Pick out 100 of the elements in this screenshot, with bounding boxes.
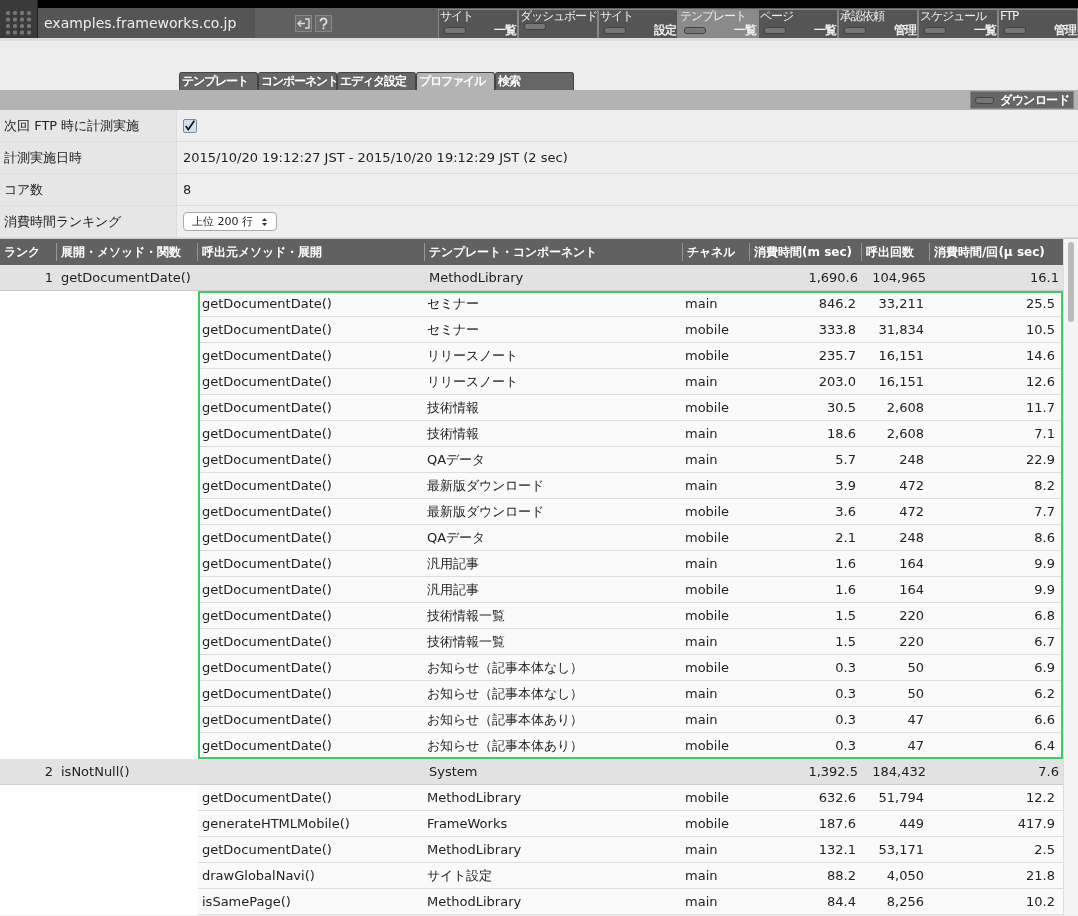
time-cell-text: 1,690.6 (807, 268, 859, 287)
setting-label: 次回 FTP 時に計測実施 (0, 110, 177, 141)
per-call-cell-text: 8.6 (1033, 529, 1056, 547)
template-cell-text: 技術情報 (426, 399, 480, 417)
setting-label: 計測実施日時 (0, 142, 177, 173)
channel-cell-text: mobile (684, 529, 731, 547)
caller-cell-text: getDocumentDate() (201, 399, 333, 417)
channel-cell-text: mobile (684, 347, 731, 365)
per-call-cell-text: 10.5 (1025, 321, 1056, 339)
per-call-cell-text: 417.9 (1016, 815, 1056, 833)
template-cell-text: System (428, 762, 479, 781)
per-call-cell-text: 7.7 (1033, 503, 1056, 521)
column-header[interactable]: ランク (0, 243, 57, 261)
caller-cell-text: getDocumentDate() (201, 633, 333, 651)
nav-button[interactable]: ページ 一覧 (758, 9, 838, 38)
nav-button[interactable]: 承認依頼 管理 (838, 9, 918, 38)
time-cell-text: 1.5 (834, 633, 857, 651)
time-cell-text: 1.5 (834, 607, 857, 625)
template-cell-text: QAデータ (426, 529, 487, 547)
column-header[interactable]: 呼出元メソッド・展開 (198, 243, 425, 261)
help-icon[interactable] (314, 14, 332, 32)
caller-cell-text: getDocumentDate() (201, 529, 333, 547)
caller-cell-text: getDocumentDate() (201, 347, 333, 365)
setting-label: コア数 (0, 174, 177, 205)
caller-cell-text: isSamePage() (201, 893, 292, 911)
caller-cell-text: getDocumentDate() (201, 841, 333, 859)
calls-cell-text: 50 (906, 659, 925, 677)
time-cell-text: 1.6 (834, 555, 857, 573)
tab[interactable]: コンポーネント (258, 72, 337, 90)
per-call-cell-text: 7.1 (1033, 425, 1056, 443)
channel-cell-text: main (684, 425, 719, 443)
per-call-cell-text: 22.9 (1025, 451, 1056, 469)
caller-cell-text: getDocumentDate() (201, 737, 333, 755)
column-header[interactable]: チャネル (683, 243, 750, 261)
ranking-select[interactable]: 上位 200 行 (183, 212, 277, 231)
channel-cell-text: mobile (684, 399, 731, 417)
setting-label: 消費時間ランキング (0, 206, 177, 237)
template-cell-text: MethodLibrary (426, 893, 523, 911)
column-header[interactable]: 消費時間/回(μ sec) (930, 243, 1063, 261)
tab[interactable]: テンプレート (179, 72, 258, 90)
calls-cell-text: 53,171 (877, 841, 925, 859)
nav-button[interactable]: テンプレート 一覧 (678, 9, 758, 38)
per-call-cell-text: 6.6 (1033, 711, 1056, 729)
column-header[interactable]: 消費時間(m sec) (750, 243, 862, 261)
time-cell-text: 1,392.5 (807, 762, 859, 781)
logout-icon[interactable] (294, 14, 312, 32)
nav-button[interactable]: FTP 管理 (998, 9, 1078, 38)
calls-cell-text: 50 (906, 685, 925, 703)
template-cell-text: お知らせ（記事本体なし） (426, 659, 584, 677)
nav-button[interactable]: スケジュール 一覧 (918, 9, 998, 38)
caller-cell-text: getDocumentDate() (201, 789, 333, 807)
calls-cell-text: 472 (898, 477, 925, 495)
template-cell-text: 技術情報一覧 (426, 607, 506, 625)
channel-cell-text: mobile (684, 815, 731, 833)
calls-cell-text: 449 (898, 815, 925, 833)
time-cell-text: 0.3 (834, 685, 857, 703)
download-button[interactable]: ダウンロード (970, 91, 1074, 109)
template-cell-text: お知らせ（記事本体なし） (426, 685, 584, 703)
caller-cell-text: getDocumentDate() (201, 477, 333, 495)
calls-cell-text: 248 (898, 451, 925, 469)
caller-cell-text: drawGlobalNavi() (201, 867, 316, 885)
column-header[interactable]: テンプレート・コンポーネント (425, 243, 683, 261)
channel-cell-text: mobile (684, 659, 731, 677)
logo-icon[interactable] (0, 0, 38, 38)
template-cell-text: 技術情報 (426, 425, 480, 443)
template-cell-text: FrameWorks (426, 815, 509, 833)
method-cell[interactable]: isNotNull() (57, 758, 425, 785)
per-call-cell-text: 12.6 (1025, 373, 1056, 391)
template-cell-text: お知らせ（記事本体あり） (426, 737, 584, 755)
calls-cell-text: 2,608 (885, 425, 925, 443)
nav-button[interactable]: サイト 一覧 (438, 9, 518, 38)
per-call-cell-text: 6.2 (1033, 685, 1056, 703)
column-header[interactable]: 展開・メソッド・関数 (57, 243, 198, 261)
time-cell-text: 0.3 (834, 737, 857, 755)
caller-cell-text: getDocumentDate() (201, 503, 333, 521)
nav-button[interactable]: ダッシュボード (518, 9, 598, 38)
tab[interactable]: エディタ設定 (337, 72, 416, 90)
caller-cell-text: getDocumentDate() (201, 321, 333, 339)
nav-button[interactable]: サイト 設定 (598, 9, 678, 38)
calls-cell-text: 2,608 (885, 399, 925, 417)
column-header[interactable]: 呼出回数 (862, 243, 930, 261)
per-call-cell-text: 2.5 (1033, 841, 1056, 859)
tab[interactable]: 検索 (495, 72, 574, 90)
calls-cell-text: 47 (906, 737, 925, 755)
checkbox[interactable] (183, 118, 197, 133)
channel-cell-text: main (684, 841, 719, 859)
channel-cell-text: main (684, 893, 719, 911)
scrollbar[interactable] (1063, 239, 1078, 915)
caller-cell-text: getDocumentDate() (201, 373, 333, 391)
per-call-cell-text: 8.2 (1033, 477, 1056, 495)
method-cell[interactable]: getDocumentDate() (57, 264, 425, 291)
time-cell-text: 30.5 (826, 399, 857, 417)
template-cell-text: 汎用記事 (426, 555, 480, 573)
template-cell-text: 技術情報一覧 (426, 633, 506, 651)
channel-cell-text: mobile (684, 737, 731, 755)
time-cell-text: 88.2 (826, 867, 857, 885)
channel-cell-text: mobile (684, 503, 731, 521)
channel-cell-text: main (684, 373, 719, 391)
per-call-cell-text: 11.7 (1025, 399, 1056, 417)
calls-cell-text: 16,151 (877, 373, 925, 391)
